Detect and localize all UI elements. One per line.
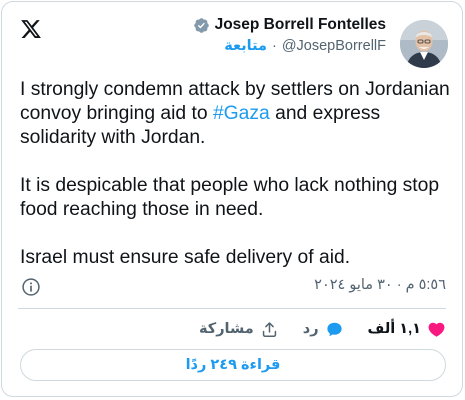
author-name-row: Josep Borrell Fontelles [193,16,386,34]
share-label: مشاركة [198,321,254,337]
x-logo-icon[interactable] [20,18,42,40]
share-icon [262,321,276,337]
tweet-card: Josep Borrell Fontelles متابعة · @JosepB… [1,1,463,397]
author-handle[interactable]: @JosepBorrellF [282,38,386,54]
avatar[interactable] [400,20,448,68]
like-button[interactable]: ١,١ ألف [368,320,446,339]
reply-label: رد [302,321,319,337]
info-icon[interactable] [21,277,41,297]
tweet-text: I strongly condemn attack by settlers on… [20,78,450,294]
verified-badge-icon [193,17,209,33]
tweet-paragraph-1: I strongly condemn attack by settlers on… [20,78,450,150]
reply-button[interactable]: رد [303,320,344,339]
meta-separator: · [271,38,277,54]
author-meta-row: متابعة · @JosepBorrellF [193,38,386,54]
reply-bubble-icon [326,322,342,336]
tweet-paragraph-2: It is despicable that people who lack no… [20,175,440,220]
hashtag-link[interactable]: #Gaza [213,103,270,124]
heart-icon [428,322,445,337]
divider [18,308,446,309]
tweet-timestamp[interactable]: ٥:٥٦ م · ٣٠ مايو ٢٠٢٤ [314,277,446,293]
read-replies-button[interactable]: قراءة ٢٤٩ ردًا [20,349,446,381]
author-block: Josep Borrell Fontelles متابعة · @JosepB… [193,16,386,54]
follow-button[interactable]: متابعة [224,38,267,54]
action-bar: ١,١ ألف رد مشاركة [175,318,446,340]
avatar-portrait [400,20,448,68]
author-name[interactable]: Josep Borrell Fontelles [215,16,386,34]
like-count: ١,١ ألف [367,321,421,337]
tweet-paragraph-3: Israel must ensure safe delivery of aid. [20,247,351,268]
share-button[interactable]: مشاركة [199,320,279,339]
